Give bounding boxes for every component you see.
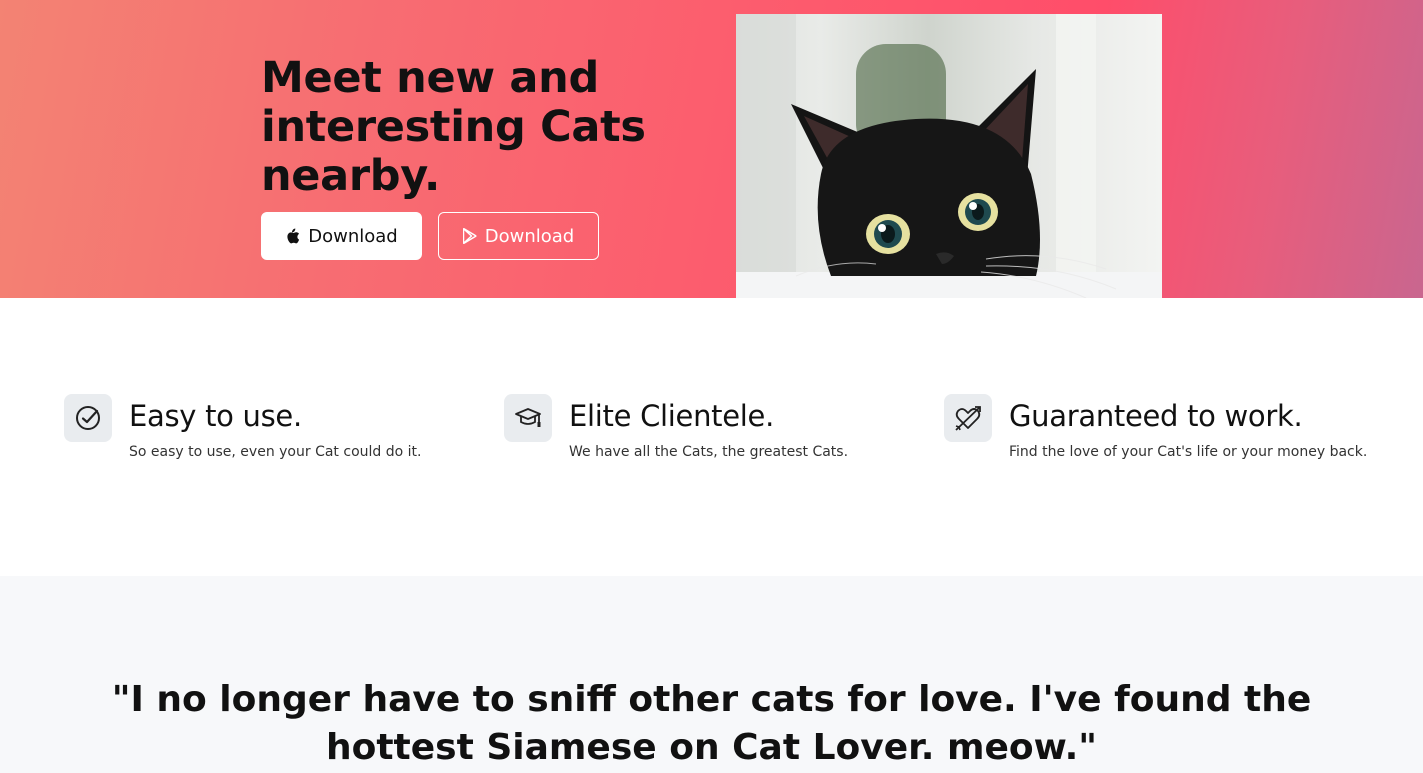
google-play-download-button[interactable]: Download [438, 212, 599, 260]
google-play-download-label: Download [484, 225, 575, 247]
feature-title: Elite Clientele. [569, 399, 774, 433]
apple-icon [285, 228, 300, 245]
testimonial-section: "I no longer have to sniff other cats fo… [0, 576, 1423, 773]
apple-download-label: Download [308, 225, 398, 247]
apple-download-button[interactable]: Download [261, 212, 422, 260]
hero-title: Meet new and interesting Cats nearby. [261, 53, 646, 201]
hero-section: Meet new and interesting Cats nearby. Do… [0, 0, 1423, 298]
feature-description: We have all the Cats, the greatest Cats. [569, 444, 849, 460]
google-play-icon [462, 228, 477, 244]
feature-title: Easy to use. [129, 399, 302, 433]
check-circle-icon [64, 394, 112, 442]
testimonial-quote: "I no longer have to sniff other cats fo… [111, 679, 1312, 768]
black-cat-photo [736, 14, 1162, 298]
graduation-cap-icon [504, 394, 552, 442]
heart-arrow-icon [944, 394, 992, 442]
feature-description: Find the love of your Cat's life or your… [1009, 444, 1368, 460]
feature-title: Guaranteed to work. [1009, 399, 1303, 433]
feature-description: So easy to use, even your Cat could do i… [129, 444, 422, 460]
